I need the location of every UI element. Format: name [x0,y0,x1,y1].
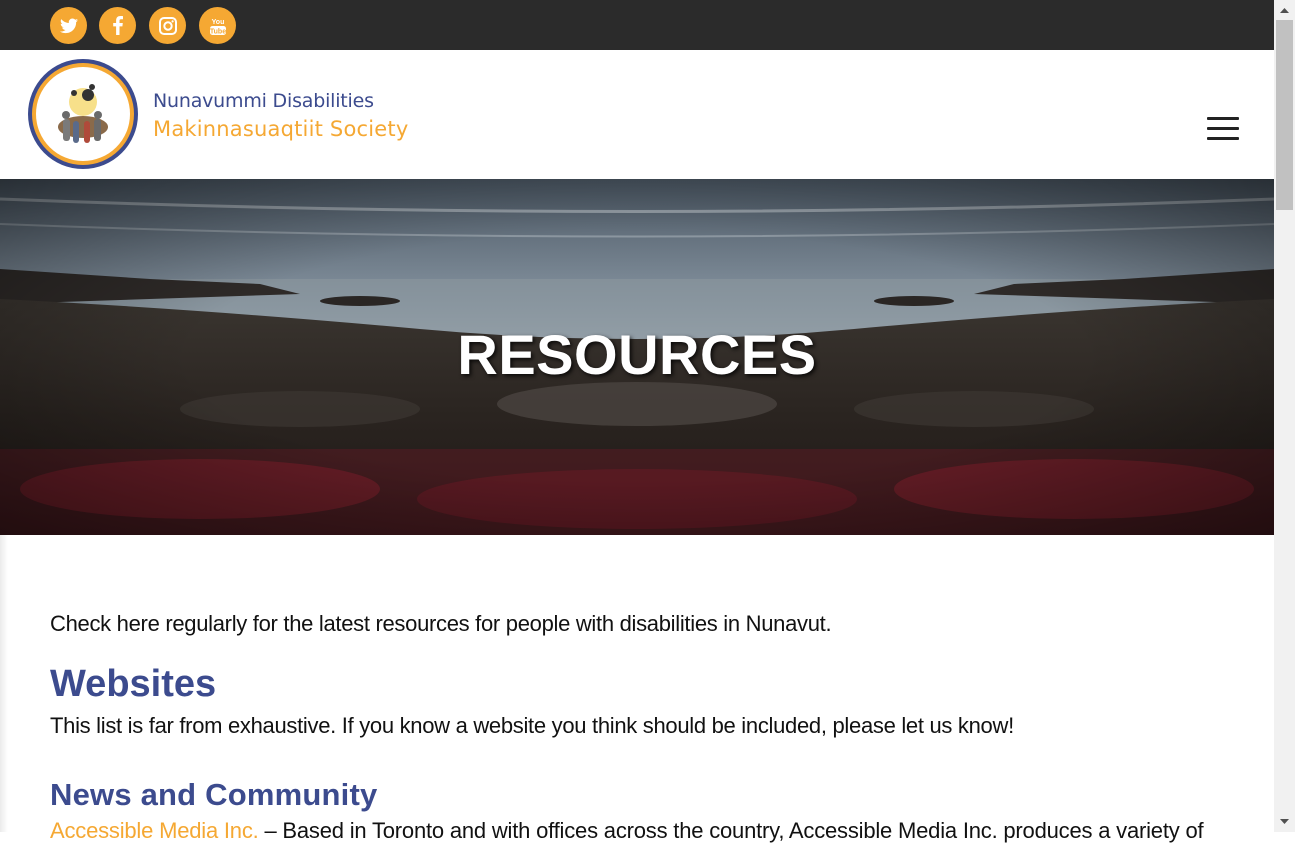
scroll-up-arrow-icon[interactable] [1274,2,1295,19]
resource-entry-text: – Based in Toronto and with offices acro… [258,818,1204,843]
news-community-heading: News and Community [50,777,378,812]
hamburger-icon [1207,117,1239,120]
websites-description: This list is far from exhaustive. If you… [50,713,1014,738]
twitter-icon [59,18,78,33]
scrollbar-thumb[interactable] [1276,20,1293,210]
vertical-scrollbar[interactable] [1274,0,1295,832]
page-title: RESOURCES [457,323,817,386]
brand-line-2: Makinnasuaqtiit Society [153,117,409,141]
accessible-media-link[interactable]: Accessible Media Inc. [50,818,259,843]
websites-heading: Websites [50,663,217,705]
menu-toggle-button[interactable] [1207,117,1240,143]
resource-entry: Accessible Media Inc. – Based in Toronto… [50,818,1204,844]
youtube-link[interactable]: You Tube [199,7,236,44]
scroll-down-arrow-icon[interactable] [1274,813,1295,830]
svg-text:You: You [211,19,224,26]
youtube-icon: You Tube [209,19,225,36]
instagram-link[interactable] [149,7,186,44]
facebook-icon [112,16,123,35]
site-header: Nunavummi Disabilities Makinnasuaqtiit S… [0,50,1274,179]
svg-text:Tube: Tube [209,28,225,35]
top-bar: You Tube [0,0,1274,50]
facebook-link[interactable] [99,7,136,44]
brand-name[interactable]: Nunavummi Disabilities Makinnasuaqtiit S… [153,88,408,144]
twitter-link[interactable] [50,7,87,44]
intro-text: Check here regularly for the latest reso… [50,611,832,636]
logo-emblem-icon [28,59,138,169]
instagram-icon [158,16,177,35]
site-logo[interactable] [26,57,140,171]
brand-line-1: Nunavummi Disabilities [153,90,374,112]
